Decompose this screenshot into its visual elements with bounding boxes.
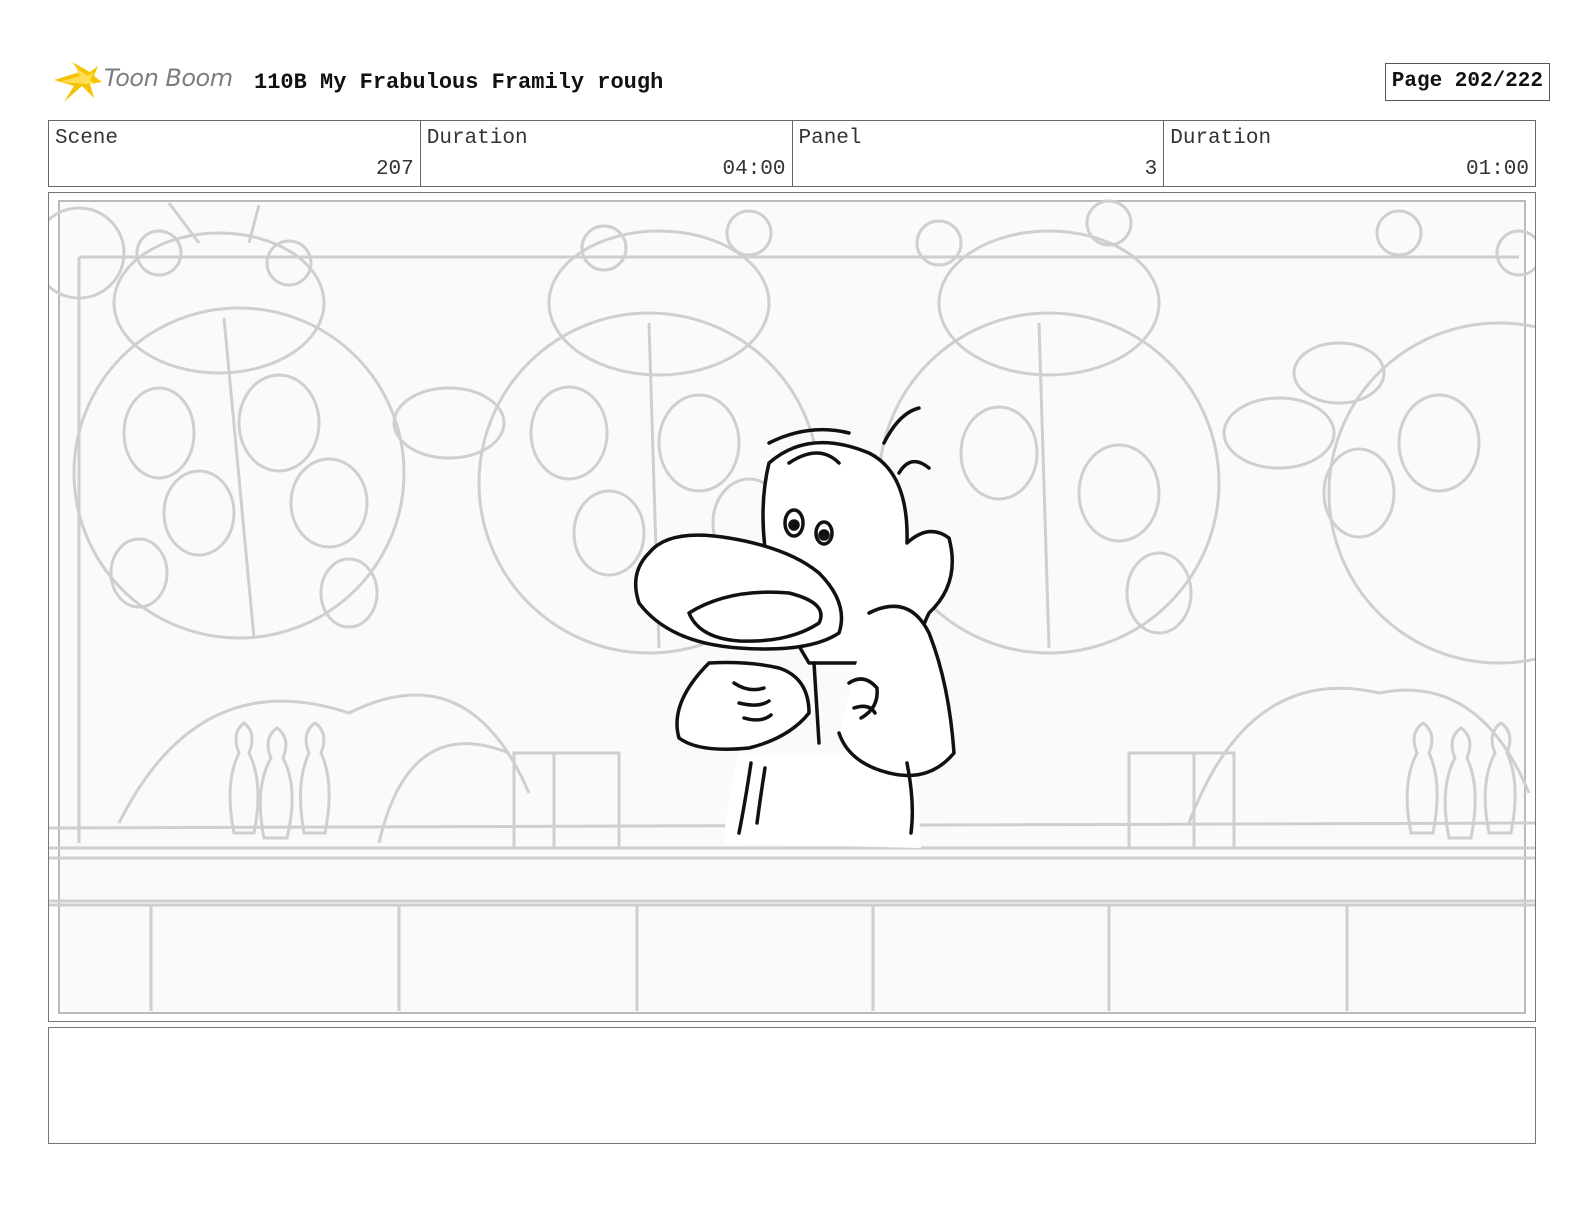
panel-duration-label: Duration [1170, 127, 1272, 150]
storyboard-panel [48, 192, 1536, 1022]
panel-label: Panel [798, 127, 862, 150]
panel-notes-box [48, 1027, 1536, 1144]
panel-value: 3 [1144, 158, 1158, 181]
toon-boom-logo: Toon Boom [50, 58, 240, 106]
scene-duration-value: 04:00 [722, 158, 786, 181]
page-indicator: Page 202/222 [1384, 63, 1550, 101]
scene-info-table: Scene 207 Duration 04:00 Panel 3 Duratio… [48, 120, 1536, 187]
panel-cell: Panel 3 [793, 121, 1165, 186]
panel-duration-cell: Duration 01:00 [1164, 121, 1535, 186]
scene-label: Scene [55, 127, 119, 150]
logo-burst-icon [54, 62, 102, 102]
scene-cell: Scene 207 [49, 121, 421, 186]
scene-duration-cell: Duration 04:00 [421, 121, 793, 186]
panel-duration-value: 01:00 [1465, 158, 1529, 181]
logo-text: Toon Boom [104, 64, 233, 92]
scene-value: 207 [375, 158, 414, 181]
panel-sketch [49, 199, 1535, 1014]
project-title: 110B My Frabulous Framily rough [254, 70, 664, 95]
scene-duration-label: Duration [426, 127, 528, 150]
page-header: Toon Boom 110B My Frabulous Framily roug… [50, 56, 1550, 108]
